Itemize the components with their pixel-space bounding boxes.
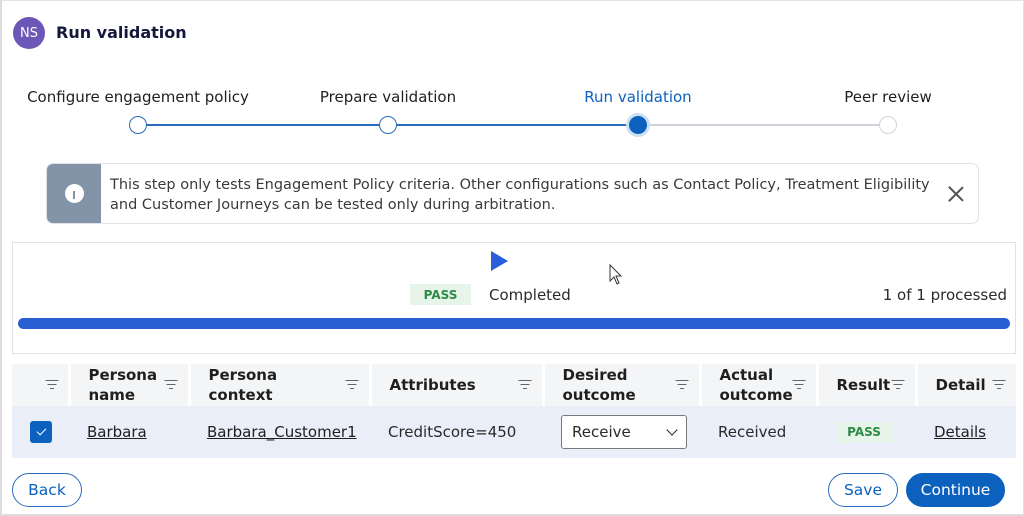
table-row: Barbara Barbara_Customer1 CreditScore=45… <box>12 406 1016 458</box>
step-connector-3 <box>638 124 888 126</box>
play-icon[interactable] <box>488 249 512 273</box>
mouse-cursor-icon <box>609 264 623 285</box>
persona-name-link[interactable]: Barbara <box>87 423 147 441</box>
desired-outcome-value: Receive <box>572 423 631 441</box>
cell-attributes: CreditScore=450 <box>370 406 543 458</box>
persona-context-link[interactable]: Barbara_Customer1 <box>207 423 357 441</box>
column-header-persona-name[interactable]: Persona name <box>69 364 191 406</box>
cell-persona-name: Barbara <box>69 406 189 458</box>
banner-message: This step only tests Engagement Policy c… <box>110 177 930 213</box>
step-label-run[interactable]: Run validation <box>584 88 691 106</box>
step-connector-2 <box>388 124 638 126</box>
cell-actual-outcome: Received <box>700 406 817 458</box>
back-button[interactable]: Back <box>12 473 82 507</box>
table-header-row: Persona name Persona context Attributes … <box>12 364 1016 406</box>
result-badge: PASS <box>835 421 893 443</box>
processed-count: 1 of 1 processed <box>882 286 1007 304</box>
step-connector-1 <box>138 124 388 126</box>
save-button[interactable]: Save <box>828 473 898 507</box>
results-table: Persona name Persona context Attributes … <box>12 364 1016 458</box>
attributes-value: CreditScore=450 <box>388 423 517 441</box>
continue-button[interactable]: Continue <box>906 473 1005 507</box>
step-dot-peer-review <box>879 116 897 134</box>
column-header-select <box>12 364 71 406</box>
cell-detail: Details <box>916 406 1016 458</box>
filter-icon[interactable] <box>992 379 1006 391</box>
progress-fill <box>18 318 1010 329</box>
step-label-prepare[interactable]: Prepare validation <box>320 88 456 106</box>
column-header-desired-outcome[interactable]: Desired outcome <box>543 364 702 406</box>
column-header-persona-context[interactable]: Persona context <box>189 364 372 406</box>
cell-persona-context: Barbara_Customer1 <box>189 406 370 458</box>
step-label-configure[interactable]: Configure engagement policy <box>27 88 249 106</box>
chevron-down-icon <box>666 424 678 436</box>
cell-desired-outcome: Receive <box>543 406 700 458</box>
column-header-actual-outcome[interactable]: Actual outcome <box>700 364 819 406</box>
column-header-result[interactable]: Result <box>817 364 918 406</box>
close-icon[interactable] <box>942 180 970 208</box>
step-dot-configure[interactable] <box>129 116 147 134</box>
filter-icon[interactable] <box>164 379 178 391</box>
cell-select <box>12 406 69 458</box>
run-panel: PASS Completed 1 of 1 processed <box>12 242 1016 354</box>
cell-result: PASS <box>817 406 916 458</box>
column-header-detail[interactable]: Detail <box>916 364 1016 406</box>
info-banner: This step only tests Engagement Policy c… <box>46 163 979 224</box>
details-link[interactable]: Details <box>934 423 986 441</box>
page-title: Run validation <box>56 23 187 42</box>
progress-bar <box>18 318 1010 329</box>
avatar[interactable]: NS <box>13 17 45 49</box>
info-icon <box>64 184 84 203</box>
row-checkbox[interactable] <box>30 421 52 443</box>
filter-icon[interactable] <box>891 379 905 391</box>
run-status: Completed <box>489 286 571 304</box>
step-label-peer-review: Peer review <box>844 88 932 106</box>
column-header-attributes[interactable]: Attributes <box>370 364 545 406</box>
filter-icon[interactable] <box>792 379 806 391</box>
filter-icon[interactable] <box>675 379 689 391</box>
filter-icon[interactable] <box>518 379 532 391</box>
step-dot-prepare[interactable] <box>379 116 397 134</box>
desired-outcome-select[interactable]: Receive <box>561 415 687 449</box>
status-badge: PASS <box>410 284 471 305</box>
banner-icon-panel <box>47 164 101 223</box>
step-dot-run[interactable] <box>629 116 647 134</box>
actual-outcome-value: Received <box>718 423 787 441</box>
filter-icon[interactable] <box>345 379 359 391</box>
filter-icon[interactable] <box>45 379 59 391</box>
